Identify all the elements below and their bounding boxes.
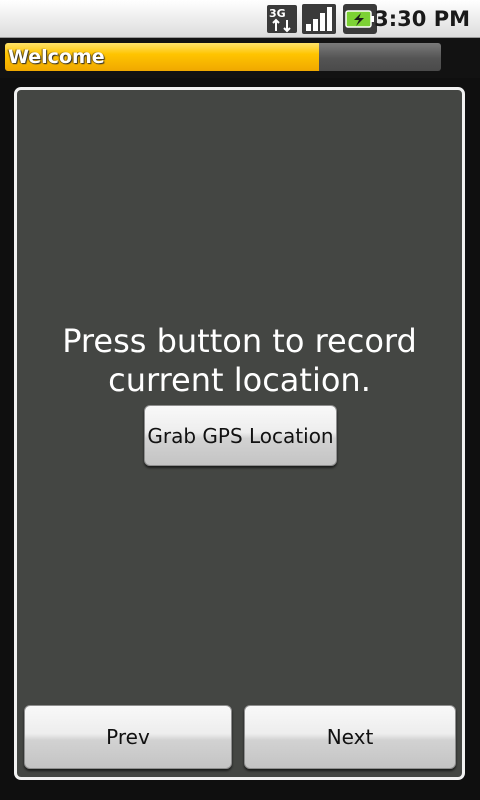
3g-data-icon: 3G	[267, 5, 297, 33]
status-bar: 3G 3:30 PM	[0, 0, 480, 38]
next-button[interactable]: Next	[244, 705, 456, 769]
signal-strength-icon	[302, 4, 336, 34]
grab-gps-location-button[interactable]: Grab GPS Location	[144, 405, 337, 466]
battery-charging-icon	[343, 4, 377, 34]
clock-time: 3:30 PM	[374, 7, 470, 31]
network-type-label: 3G	[269, 7, 286, 20]
wizard-progress-bar: Welcome	[5, 43, 441, 71]
content-panel: Press button to record current location.…	[14, 87, 465, 780]
wizard-progress-area: Welcome	[0, 38, 480, 78]
step-title: Welcome	[8, 46, 105, 68]
prev-button[interactable]: Prev	[24, 705, 232, 769]
instruction-text: Press button to record current location.	[62, 322, 417, 399]
